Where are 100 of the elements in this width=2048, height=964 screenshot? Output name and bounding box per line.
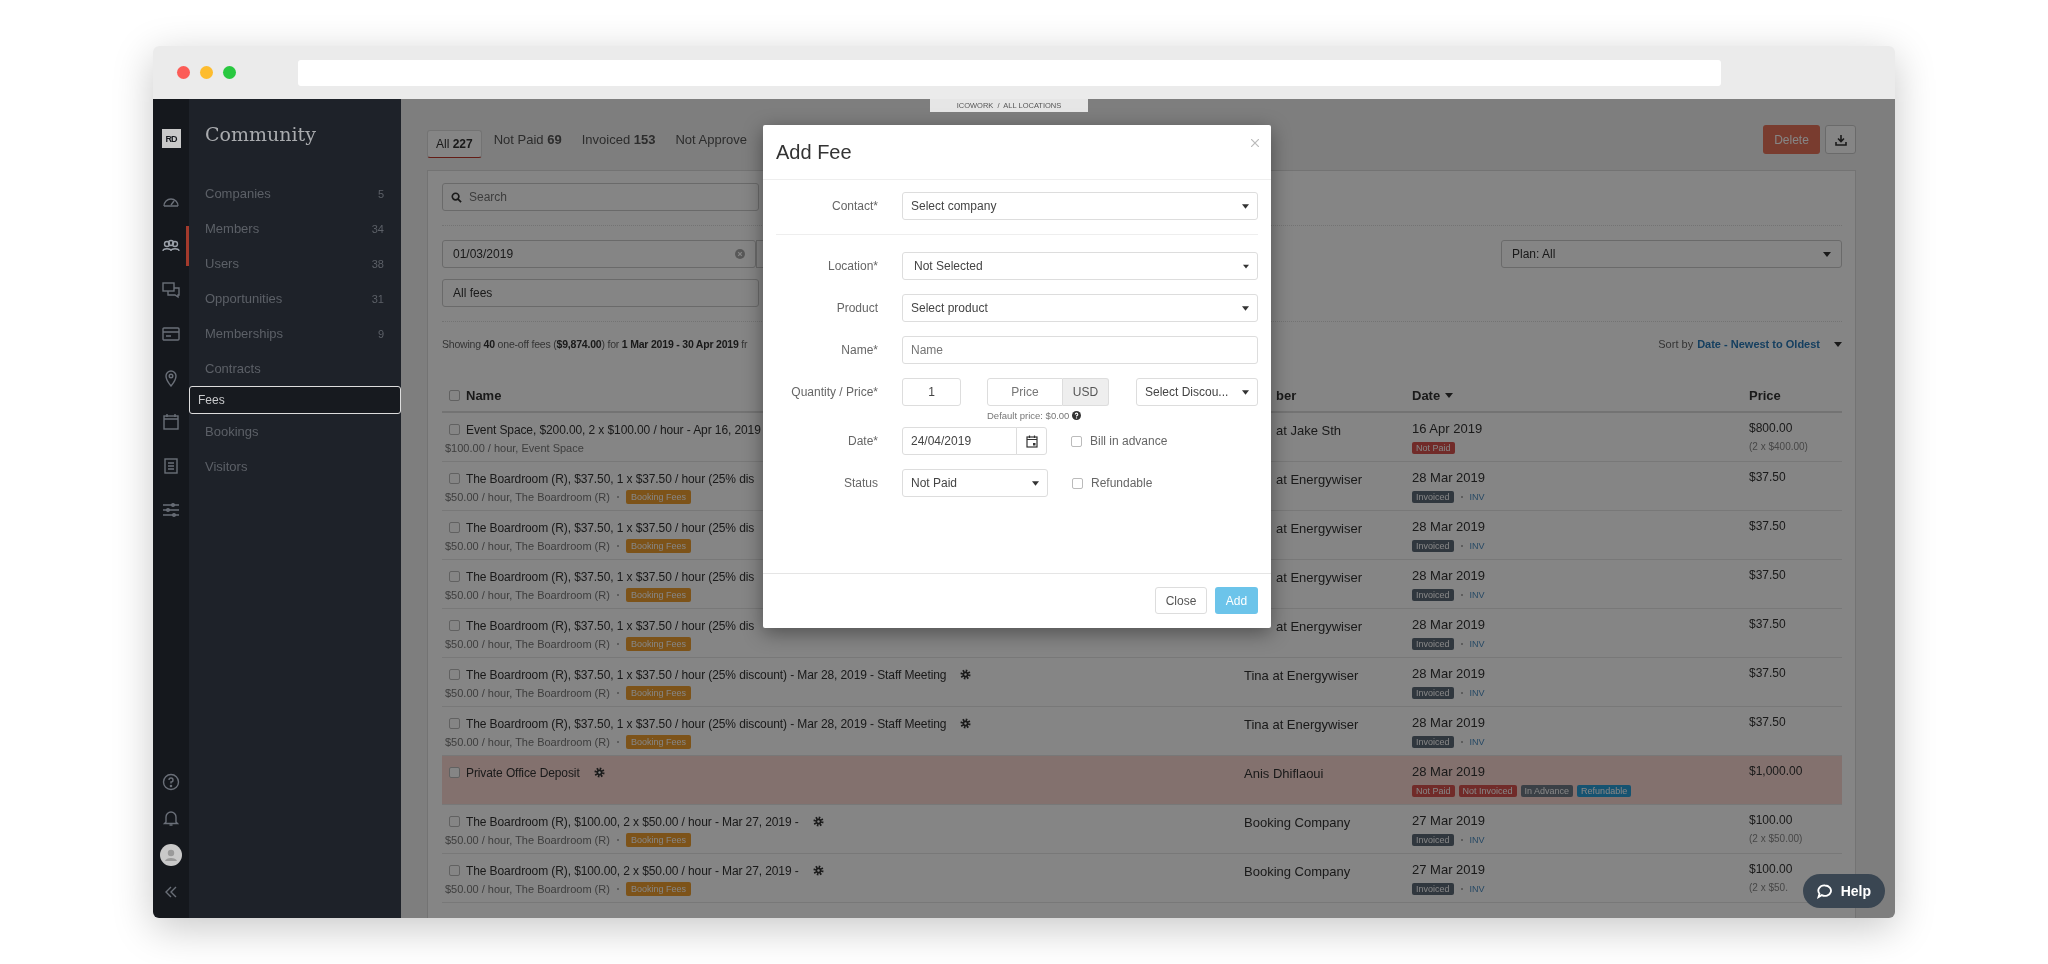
price-field[interactable]: Price [987, 378, 1063, 406]
help-icon[interactable] [161, 772, 181, 792]
default-price-hint: Default price: $0.00 [987, 410, 1070, 421]
fee-name: The Boardroom (R), $37.50, 1 x $37.50 / hour (25% dis [466, 520, 755, 535]
checkbox[interactable] [1072, 477, 1083, 489]
checkbox[interactable] [449, 718, 460, 729]
logo[interactable]: RD [161, 129, 181, 148]
status-badge: Invoiced [1412, 833, 1454, 846]
document-icon[interactable] [161, 456, 181, 476]
name-field[interactable]: Name [902, 336, 1258, 364]
checkbox[interactable] [449, 424, 460, 435]
location-select[interactable]: Not Selected [902, 252, 1258, 280]
sidebar-item[interactable]: Users 38 [189, 246, 401, 281]
invoice-link[interactable]: INV [1469, 540, 1485, 551]
tab[interactable]: Not Approve [667, 130, 755, 158]
calendar-icon[interactable] [161, 412, 181, 432]
checkbox-label[interactable]: Bill in advance [1090, 434, 1168, 448]
checkbox[interactable] [449, 522, 460, 533]
checkbox[interactable] [449, 816, 460, 827]
date-field[interactable]: 24/04/2019 [902, 427, 1017, 455]
plan-select[interactable]: Plan: All [1501, 240, 1842, 268]
invoice-link[interactable]: INV [1469, 589, 1485, 600]
fee-type-select[interactable]: All fees [442, 279, 759, 307]
gear-icon[interactable] [593, 767, 605, 778]
quantity-field[interactable]: 1 [902, 378, 961, 406]
column-header[interactable]: Name [466, 387, 502, 403]
table-row[interactable]: The Boardroom (R), $100.00, 2 x $50.00 / hour - Mar 27, 2019 - $50.00 / hour, The Boardroom (R) Booking Fees Booking Company 27 Mar 2019 Invoiced INV $100.00 (2 x $50.00) [442, 805, 1842, 854]
checkbox-label[interactable]: Refundable [1091, 476, 1153, 490]
checkbox[interactable] [449, 620, 460, 631]
invoice-link[interactable]: INV [1469, 834, 1485, 845]
price: $800.00 [1749, 421, 1793, 437]
close-icon[interactable] [1251, 139, 1259, 147]
maximize-window-dot[interactable] [223, 66, 236, 79]
checkbox[interactable] [449, 669, 460, 680]
contact-select[interactable]: Select company [902, 192, 1258, 220]
field-label: Quantity / Price* [790, 384, 878, 401]
question-icon[interactable] [1072, 411, 1082, 420]
gear-icon[interactable] [960, 669, 972, 680]
tag: Booking Fees [625, 489, 691, 504]
invoice-link[interactable]: INV [1469, 687, 1485, 698]
tag: Booking Fees [625, 881, 691, 896]
checkbox[interactable] [449, 389, 460, 401]
member-name: Tina at Energywiser [1244, 668, 1359, 683]
checkbox[interactable] [449, 767, 460, 778]
invoice-link[interactable]: INV [1469, 883, 1485, 894]
sidebar-item[interactable]: Opportunities 31 [189, 281, 401, 316]
table-row[interactable]: The Boardroom (R), $37.50, 1 x $37.50 / hour (25% discount) - Mar 28, 2019 - Staff Meeting $50.00 / hour, The Boardroom (R) Booking Fees Tina at Energywiser 28 Mar 2019 Invoiced INV $37.50 [442, 658, 1842, 707]
help-button[interactable]: Help [1802, 874, 1885, 908]
member-name: at Energywiser [1276, 521, 1362, 536]
fee-name: Private Office Deposit [466, 765, 580, 780]
checkbox[interactable] [449, 865, 460, 876]
status-select[interactable]: Not Paid [902, 469, 1048, 497]
minimize-window-dot[interactable] [200, 66, 213, 79]
price: $37.50 [1749, 617, 1786, 633]
checkbox[interactable] [1071, 435, 1082, 447]
card-icon[interactable] [161, 324, 181, 344]
fee-detail: $50.00 / hour, The Boardroom (R) [445, 735, 610, 748]
tab[interactable]: All 227 [427, 130, 482, 158]
invoice-link[interactable]: INV [1469, 638, 1485, 649]
discount-select[interactable]: Select Discou... [1136, 378, 1258, 406]
gear-icon[interactable] [812, 865, 824, 876]
field-label: Status [842, 476, 878, 490]
tab[interactable]: Not Paid 69 [485, 130, 570, 158]
sidebar-item[interactable]: Fees [189, 386, 401, 414]
chat-icon[interactable] [161, 280, 181, 300]
status-badge: Invoiced [1412, 490, 1454, 503]
checkbox[interactable] [449, 571, 460, 582]
date-field[interactable]: 01/03/2019 [442, 240, 756, 268]
calendar-button[interactable] [1016, 427, 1047, 455]
gear-icon[interactable] [812, 816, 824, 827]
avatar-icon[interactable] [160, 844, 182, 866]
member-name: Tina at Energywiser [1244, 717, 1359, 732]
column-header[interactable]: Date [1412, 387, 1441, 403]
product-select[interactable]: Select product [902, 294, 1258, 322]
sidebar-title: Community [204, 123, 317, 147]
fee-date: 28 Mar 2019 [1412, 666, 1486, 683]
tab[interactable]: Invoiced 153 [573, 130, 664, 158]
dialog-title: Add Fee [776, 140, 852, 164]
checkbox[interactable] [449, 473, 460, 484]
price: $37.50 [1749, 519, 1786, 535]
column-header[interactable]: ber [1276, 388, 1297, 403]
fee-detail: $50.00 / hour, The Boardroom (R) [445, 686, 610, 699]
download-button[interactable] [1825, 125, 1856, 154]
sliders-icon[interactable] [161, 500, 181, 520]
sidebar-item[interactable]: Visitors [189, 449, 401, 484]
invoice-link[interactable]: INV [1469, 491, 1485, 502]
sidebar-item[interactable]: Contracts [189, 351, 401, 386]
sort-link[interactable]: Date - Newest to Oldest [1697, 338, 1820, 350]
sidebar-item[interactable]: Memberships 9 [189, 316, 401, 351]
gear-icon[interactable] [960, 718, 972, 729]
close-button[interactable]: Close [1155, 587, 1207, 614]
column-header[interactable]: Price [1749, 388, 1781, 403]
sidebar-item[interactable]: Bookings [189, 414, 401, 449]
sidebar-item[interactable]: Companies 5 [189, 176, 401, 211]
field-label: Contact* [830, 199, 878, 213]
invoice-link[interactable]: INV [1469, 736, 1485, 747]
search-field[interactable]: Search [442, 183, 759, 211]
close-window-dot[interactable] [177, 66, 190, 79]
bell-icon[interactable] [161, 808, 181, 828]
sidebar-item[interactable]: Members 34 [189, 211, 401, 246]
